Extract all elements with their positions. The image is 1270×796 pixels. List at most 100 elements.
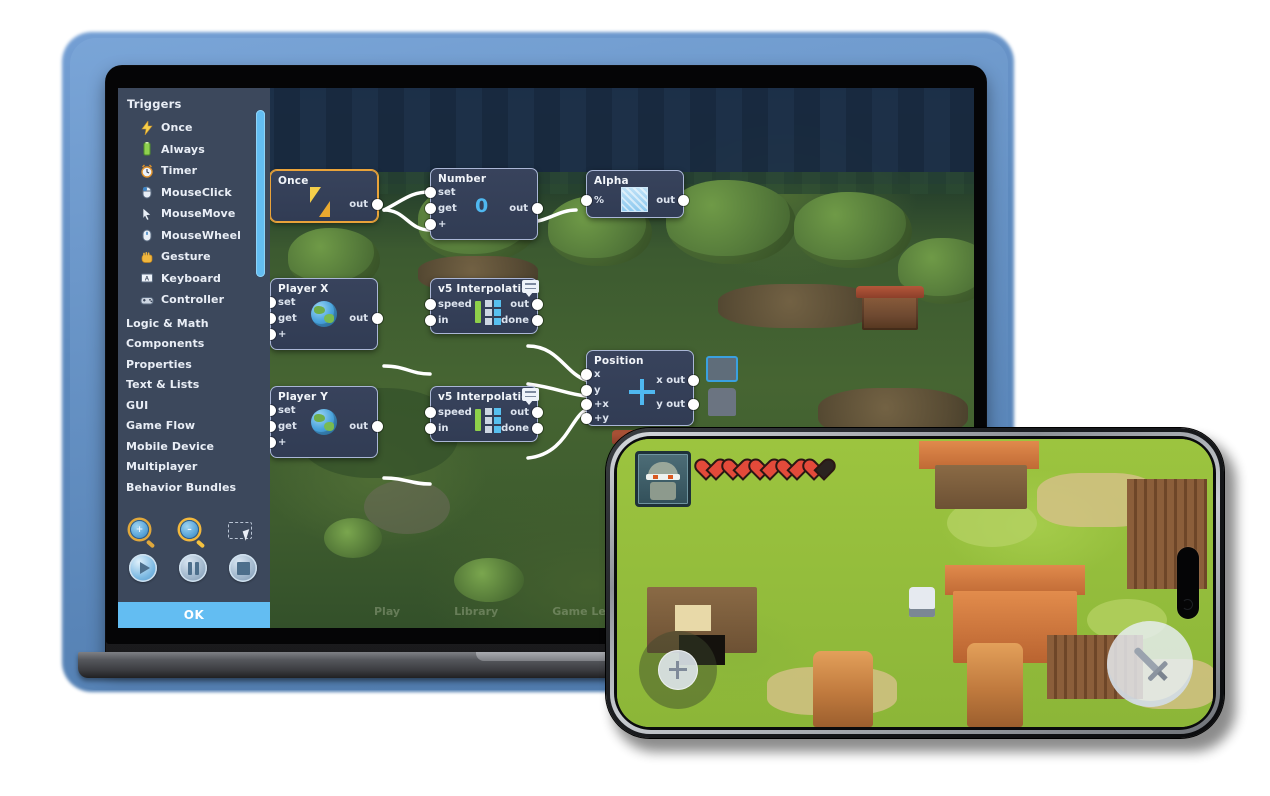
sidebar-category-multiplayer[interactable]: Multiplayer xyxy=(118,457,270,478)
port-label-get: get xyxy=(278,313,297,324)
port-out[interactable] xyxy=(372,199,383,210)
port-out[interactable] xyxy=(532,203,543,214)
sidebar-item-mousewheel[interactable]: MouseWheel xyxy=(118,225,270,247)
phone-device xyxy=(606,428,1236,752)
sidebar-category-mobile-device[interactable]: Mobile Device xyxy=(118,437,270,458)
port-out[interactable] xyxy=(532,407,543,418)
node-player-y[interactable]: Player Y set get + out xyxy=(265,386,383,458)
sidebar-item-mousemove[interactable]: MouseMove xyxy=(118,203,270,225)
port-label-out: out xyxy=(349,199,368,210)
node-number[interactable]: Number set get + 0 out xyxy=(425,168,543,240)
lightning-bolt-icon xyxy=(140,119,154,135)
sidebar-category-text-lists[interactable]: Text & Lists xyxy=(118,375,270,396)
gamepad-icon xyxy=(140,293,154,307)
sidebar-category-behavior-bundles[interactable]: Behavior Bundles xyxy=(118,478,270,499)
node-title: Position xyxy=(594,355,644,367)
stop-button[interactable] xyxy=(218,554,268,582)
port-y[interactable] xyxy=(581,385,592,396)
select-tool[interactable] xyxy=(218,520,268,546)
node-player-x[interactable]: Player X set get + out xyxy=(265,278,383,350)
sidebar-item-mouseclick[interactable]: MouseClick xyxy=(118,182,270,204)
port-out[interactable] xyxy=(532,299,543,310)
port-out[interactable] xyxy=(678,195,689,206)
node-once[interactable]: Once out xyxy=(270,170,383,222)
node-interpolation-1[interactable]: v5 Interpolation speed in out done xyxy=(425,278,543,334)
zoom-in-tool[interactable]: + xyxy=(118,520,168,549)
comment-bubble-icon[interactable] xyxy=(522,388,539,405)
sidebar-item-once[interactable]: Once xyxy=(118,117,270,139)
port-label-speed: speed xyxy=(438,407,472,418)
port-label-plus-x: +x xyxy=(594,399,609,410)
port-x-out[interactable] xyxy=(688,375,699,386)
port-y-out[interactable] xyxy=(688,399,699,410)
sword-attack-button[interactable] xyxy=(1107,621,1193,707)
taskbar-item-library[interactable]: Library xyxy=(454,605,498,618)
port-label-plus: + xyxy=(278,329,287,340)
port-label-in: in xyxy=(438,315,449,326)
zoom-out-tool[interactable]: – xyxy=(168,520,218,549)
hut-body xyxy=(935,465,1027,509)
heart-icon-half xyxy=(813,461,835,481)
comment-bubble-icon[interactable] xyxy=(522,280,539,297)
joystick-knob[interactable] xyxy=(658,650,698,690)
port-label-set: set xyxy=(278,405,296,416)
sidebar-item-label: Gesture xyxy=(161,250,211,264)
node-interpolation-2[interactable]: v5 Interpolation speed in out done xyxy=(425,386,543,442)
port-speed[interactable] xyxy=(425,407,436,418)
pause-icon xyxy=(187,561,199,575)
avatar xyxy=(635,451,691,507)
play-button[interactable] xyxy=(118,554,168,582)
port-in[interactable] xyxy=(425,315,436,326)
taskbar-item-play[interactable]: Play xyxy=(374,605,400,618)
sidebar-item-keyboard[interactable]: A Keyboard xyxy=(118,268,270,290)
sidebar-scrollbar-thumb[interactable] xyxy=(256,110,265,277)
player-sprite xyxy=(909,587,935,617)
interpolation-bar xyxy=(475,409,481,431)
port-x[interactable] xyxy=(581,369,592,380)
port-label-speed: speed xyxy=(438,299,472,310)
sidebar-category-gui[interactable]: GUI xyxy=(118,396,270,417)
eye xyxy=(668,475,673,479)
health-hearts xyxy=(705,461,835,481)
port-label-out: out xyxy=(509,203,528,214)
port-done[interactable] xyxy=(532,315,543,326)
sidebar-item-timer[interactable]: Timer xyxy=(118,160,270,182)
port-get[interactable] xyxy=(425,203,436,214)
port-done[interactable] xyxy=(532,423,543,434)
port-label-plus-y: +y xyxy=(594,413,609,424)
port-label-done: done xyxy=(501,315,529,326)
port-in[interactable] xyxy=(425,423,436,434)
sidebar-item-controller[interactable]: Controller xyxy=(118,289,270,311)
sidebar-category-logic-math[interactable]: Logic & Math xyxy=(118,314,270,335)
lightning-bolt-icon xyxy=(307,187,333,217)
mobile-game-world xyxy=(617,439,1213,727)
port-label-x: x xyxy=(594,369,601,380)
node-alpha[interactable]: Alpha % out xyxy=(581,170,689,218)
directional-joystick[interactable] xyxy=(639,631,717,709)
sidebar-category-components[interactable]: Components xyxy=(118,334,270,355)
ok-button[interactable]: OK xyxy=(118,602,270,628)
battery-icon xyxy=(140,142,154,156)
port-label-in: in xyxy=(438,423,449,434)
stop-icon xyxy=(236,561,250,575)
port-percent[interactable] xyxy=(581,195,592,206)
node-position[interactable]: Position x y +x +y x out y out xyxy=(581,350,699,426)
port-out[interactable] xyxy=(372,421,383,432)
port-plus[interactable] xyxy=(425,219,436,230)
dirt-patch xyxy=(718,284,878,328)
port-set[interactable] xyxy=(425,187,436,198)
node-title: Alpha xyxy=(594,175,629,187)
sidebar-item-always[interactable]: Always xyxy=(118,139,270,161)
helmet-band xyxy=(646,474,680,480)
sidebar-item-gesture[interactable]: Gesture xyxy=(118,246,270,268)
port-plus-y[interactable] xyxy=(581,413,592,424)
camera-icon[interactable] xyxy=(706,356,738,382)
pause-button[interactable] xyxy=(168,554,218,582)
port-out[interactable] xyxy=(372,313,383,324)
avatar-body xyxy=(650,482,676,500)
interpolation-grid-icon xyxy=(485,300,501,325)
port-plus-x[interactable] xyxy=(581,399,592,410)
port-speed[interactable] xyxy=(425,299,436,310)
sidebar-category-properties[interactable]: Properties xyxy=(118,355,270,376)
sidebar-category-game-flow[interactable]: Game Flow xyxy=(118,416,270,437)
